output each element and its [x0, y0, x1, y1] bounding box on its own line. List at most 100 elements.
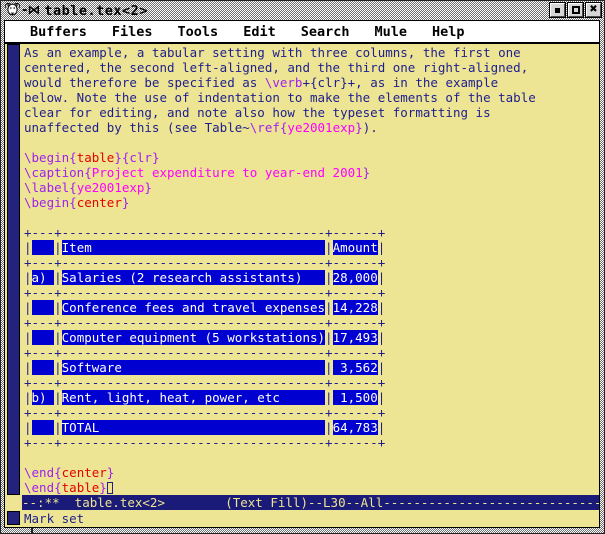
maximize-icon — [572, 6, 580, 14]
code-segment: | — [378, 300, 386, 315]
code-segment: +---+-----------------------------------… — [24, 345, 385, 360]
code-segment: ye2001exp — [77, 180, 145, 195]
code-segment: centered, the second left-aligned, and t… — [24, 60, 528, 75]
buffer-line: \begin{center} — [24, 195, 599, 210]
table-cell: TOTAL — [62, 420, 325, 435]
code-segment: | — [325, 240, 333, 255]
buffer-line: +---+-----------------------------------… — [24, 225, 599, 240]
table-cell: 14,228 — [333, 300, 378, 315]
table-cell: Item — [62, 240, 325, 255]
buffer-line: unaffected by this (see Table~\ref{ye200… — [24, 120, 599, 135]
code-segment: | — [325, 330, 333, 345]
code-segment: +{clr}+, as in the example — [302, 75, 498, 90]
menu-edit[interactable]: Edit — [243, 24, 276, 40]
code-segment: | — [24, 390, 32, 405]
buffer-line: \end{center} — [24, 465, 599, 480]
buffer-line: +---+-----------------------------------… — [24, 255, 599, 270]
echo-message: Mark set — [24, 511, 84, 526]
minimize-icon — [555, 8, 560, 13]
title-bar[interactable]: -⋈ table.tex<2> ✖ — [1, 1, 604, 20]
gnu-icon — [4, 1, 21, 21]
code-segment: } — [355, 120, 363, 135]
close-button[interactable]: ✖ — [586, 3, 601, 17]
code-segment: } — [144, 180, 152, 195]
buffer-line: | |Item |Amount| — [24, 240, 599, 255]
table-cell: Computer equipment (5 workstations) — [62, 330, 325, 345]
code-segment: \end{ — [24, 480, 62, 495]
table-cell: 64,783 — [333, 420, 378, 435]
code-segment: | — [325, 420, 333, 435]
table-cell: 28,000 — [333, 270, 378, 285]
code-segment: | — [24, 270, 32, 285]
pin-icon: -⋈ — [22, 3, 40, 18]
buffer-line: | |TOTAL |64,783| — [24, 420, 599, 435]
menu-mule[interactable]: Mule — [374, 24, 407, 40]
code-segment: ). — [363, 120, 378, 135]
mode-line[interactable]: --:** table.tex<2> (Text Fill)--L30--All… — [22, 495, 599, 510]
table-cell: b) — [32, 390, 55, 405]
table-cell: 3,562 — [333, 360, 378, 375]
maximize-button[interactable] — [568, 3, 583, 17]
buffer-line: |a) |Salaries (2 research assistants) |2… — [24, 270, 599, 285]
table-cell — [32, 360, 55, 375]
frame-resize-notch[interactable] — [31, 528, 33, 533]
buffer-line: As an example, a tabular setting with th… — [24, 45, 599, 60]
table-cell: 1,500 — [333, 390, 378, 405]
code-segment: } — [122, 195, 130, 210]
buffer-text[interactable]: As an example, a tabular setting with th… — [24, 44, 599, 495]
code-segment: | — [378, 240, 386, 255]
code-segment: | — [54, 240, 62, 255]
buffer-line: centered, the second left-aligned, and t… — [24, 60, 599, 75]
menu-files[interactable]: Files — [112, 24, 153, 40]
code-segment: ye2001exp — [287, 120, 355, 135]
buffer-line: \label{ye2001exp} — [24, 180, 599, 195]
buffer-line — [24, 135, 599, 150]
table-cell — [32, 420, 55, 435]
code-segment: } — [99, 480, 107, 495]
scrollbar-thumb[interactable] — [7, 44, 20, 495]
code-segment: \end{ — [24, 465, 62, 480]
minimize-button[interactable] — [550, 3, 565, 17]
code-segment: +---+-----------------------------------… — [24, 405, 385, 420]
emacs-frame: Buffers Files Tools Edit Search Mule Hel… — [4, 20, 600, 528]
table-cell: Rent, light, heat, power, etc — [62, 390, 325, 405]
menu-tools[interactable]: Tools — [178, 24, 219, 40]
code-segment: | — [24, 240, 32, 255]
code-segment: \verb — [265, 75, 303, 90]
code-segment: +---+-----------------------------------… — [24, 435, 385, 450]
menu-help[interactable]: Help — [432, 24, 465, 40]
buffer-line: | |Software | 3,562| — [24, 360, 599, 375]
table-cell — [32, 330, 55, 345]
echo-area: Mark set — [5, 510, 599, 527]
table-cell — [32, 240, 55, 255]
code-segment: | — [24, 360, 32, 375]
code-segment: | — [54, 270, 62, 285]
code-segment: | — [378, 390, 386, 405]
buffer-line: \caption{Project expenditure to year-end… — [24, 165, 599, 180]
code-segment: } — [107, 465, 115, 480]
buffer-line: below. Note the use of indentation to ma… — [24, 90, 599, 105]
code-segment: would therefore be specified as — [24, 75, 265, 90]
code-segment: table — [62, 480, 100, 495]
code-segment: +---+-----------------------------------… — [24, 225, 385, 240]
code-segment: clear for editing, and note also how the… — [24, 105, 491, 120]
code-segment: center — [77, 195, 122, 210]
buffer-line — [24, 450, 599, 465]
code-segment: Project expenditure to year-end 2001 — [92, 165, 363, 180]
code-segment: | — [378, 420, 386, 435]
code-segment: | — [54, 330, 62, 345]
menu-search[interactable]: Search — [301, 24, 350, 40]
code-segment: \begin{ — [24, 150, 77, 165]
code-segment: | — [325, 360, 333, 375]
code-segment: }{clr} — [114, 150, 159, 165]
minibuffer-scrollbar-thumb[interactable] — [7, 511, 20, 525]
close-icon: ✖ — [589, 5, 597, 15]
menu-buffers[interactable]: Buffers — [30, 24, 87, 40]
buffer-line: +---+-----------------------------------… — [24, 315, 599, 330]
buffer-line: +---+-----------------------------------… — [24, 285, 599, 300]
buffer-line: |b) |Rent, light, heat, power, etc | 1,5… — [24, 390, 599, 405]
table-cell: Software — [62, 360, 325, 375]
buffer-line: \end{table} — [24, 480, 599, 495]
code-segment: \label{ — [24, 180, 77, 195]
buffer-line: | |Conference fees and travel expenses|1… — [24, 300, 599, 315]
